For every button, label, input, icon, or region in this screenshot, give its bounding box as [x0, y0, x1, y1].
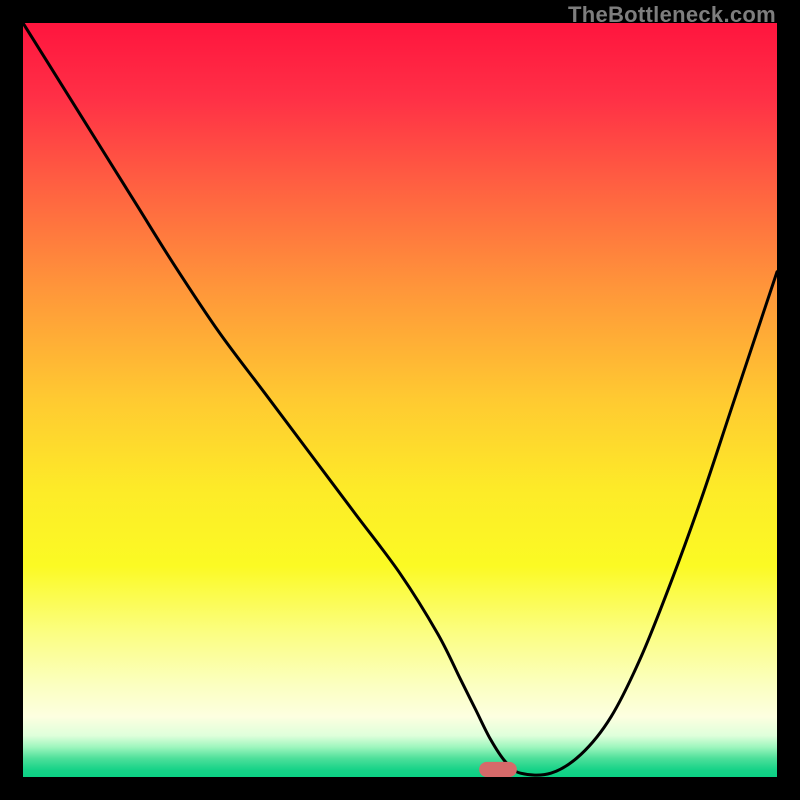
- chart-frame: TheBottleneck.com: [0, 0, 800, 800]
- bottleneck-chart: [23, 23, 777, 777]
- plot-area: [23, 23, 777, 777]
- sweet-spot-marker: [479, 762, 517, 777]
- gradient-background: [23, 23, 777, 777]
